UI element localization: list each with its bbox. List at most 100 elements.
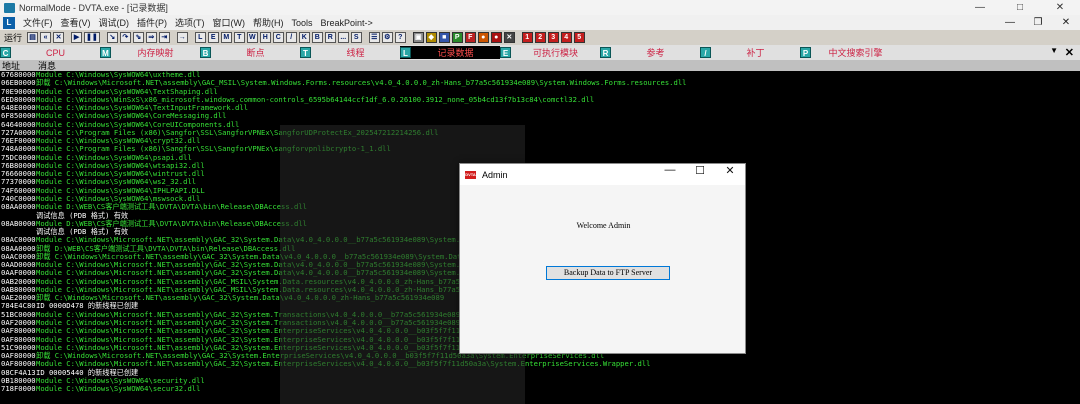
menu-help[interactable]: 帮助(H) [249, 16, 288, 29]
number-4-button[interactable]: 4 [560, 32, 572, 43]
number-5-button[interactable]: 5 [573, 32, 585, 43]
record-icon[interactable]: ● [490, 32, 502, 43]
close-button[interactable]: ✕ [1040, 0, 1080, 15]
pause-icon[interactable]: ❚❚ [84, 32, 100, 43]
menu-debug[interactable]: 调试(D) [95, 16, 134, 29]
tab-key: B [200, 47, 211, 58]
dialog-controls: — ☐ ✕ [655, 164, 745, 185]
run-status: 运行 [4, 33, 23, 43]
toolbar-B-button[interactable]: B [311, 32, 323, 43]
tab-key: E [500, 47, 511, 58]
tab-label: 补丁 [746, 48, 765, 58]
dvta-app-icon: DVTA [465, 170, 476, 179]
debugger-window: NormalMode - DVTA.exe - [记录数据] — □ ✕ L 文… [0, 0, 1080, 404]
menu-plugins[interactable]: 插件(P) [133, 16, 171, 29]
toolbar-T-button[interactable]: T [233, 32, 245, 43]
admin-dialog: DVTA Admin — ☐ ✕ Welcome Admin Backup Da… [459, 163, 746, 354]
restart-icon[interactable]: « [40, 32, 52, 43]
welcome-label: Welcome Admin [576, 221, 631, 230]
tab-key: T [300, 47, 311, 58]
delete-icon[interactable]: ✕ [503, 32, 515, 43]
tab-label: 记录数据 [437, 48, 474, 58]
tab-memory-map[interactable]: M 内存映射 [100, 46, 200, 59]
menu-window[interactable]: 窗口(W) [209, 16, 250, 29]
trace-into-icon[interactable]: ⇘ [132, 32, 144, 43]
tab-patches[interactable]: / 补丁 [700, 46, 800, 59]
dialog-title-bar: DVTA Admin — ☐ ✕ [460, 164, 745, 185]
tab-cpu[interactable]: C CPU [0, 46, 100, 59]
menu-tools[interactable]: Tools [288, 18, 317, 28]
close-process-icon[interactable]: ✕ [53, 32, 65, 43]
log-address: 08AA0000 [1, 202, 36, 212]
dialog-close-button[interactable]: ✕ [715, 164, 745, 185]
maximize-button[interactable]: □ [1000, 0, 1040, 15]
trace-over-icon[interactable]: ⇒ [145, 32, 157, 43]
toolbar-E-button[interactable]: E [207, 32, 219, 43]
menu-file[interactable]: 文件(F) [19, 16, 57, 29]
open-icon[interactable]: ▤ [27, 32, 39, 43]
log-address: 08AB0000 [1, 218, 36, 228]
number-2-button[interactable]: 2 [534, 32, 546, 43]
close-tab-icon[interactable]: ✕ [1065, 46, 1074, 59]
tab-label: 内存映射 [137, 48, 174, 58]
title-bar: NormalMode - DVTA.exe - [记录数据] — □ ✕ [0, 0, 1080, 15]
backup-ftp-button[interactable]: Backup Data to FTP Server [546, 266, 670, 280]
step-into-icon[interactable]: ↘ [106, 32, 118, 43]
toolbar-S-button[interactable]: S [350, 32, 362, 43]
tab-label: 参考 [646, 48, 665, 58]
dialog-title: Admin [482, 169, 508, 180]
ffff-icon[interactable]: F [464, 32, 476, 43]
tab-executable-modules[interactable]: E 可执行模块 [500, 46, 600, 59]
toolbar-H-button[interactable]: H [259, 32, 271, 43]
execute-till-return-icon[interactable]: ⇥ [158, 32, 170, 43]
go-to-icon[interactable]: → [176, 32, 188, 43]
background-panel [865, 71, 1080, 404]
toolbar: 运行 ▤ « ✕ ▶ ❚❚ ↘ ↷ ⇘ ⇒ ⇥ → L E M T W H C … [0, 30, 1080, 45]
dialog-maximize-button[interactable]: ☐ [685, 164, 715, 185]
target-icon[interactable]: ● [477, 32, 489, 43]
app-icon [4, 2, 15, 13]
toolbar-W-button[interactable]: W [246, 32, 258, 43]
number-3-button[interactable]: 3 [547, 32, 559, 43]
tab-label: CPU [45, 47, 65, 58]
tab-key: L [400, 47, 411, 58]
toolbar-R-button[interactable]: R [324, 32, 336, 43]
help-icon[interactable]: ? [394, 32, 406, 43]
mdi-minimize-button[interactable]: — [996, 15, 1024, 30]
toolbar-slash-button[interactable]: / [285, 32, 297, 43]
toolbar-L-button[interactable]: L [194, 32, 206, 43]
list-icon[interactable]: ☰ [368, 32, 380, 43]
tab-references[interactable]: R 参考 [600, 46, 700, 59]
mdi-restore-button[interactable]: ❐ [1024, 15, 1052, 30]
options-icon[interactable]: ⚙ [381, 32, 393, 43]
tab-label: 可执行模块 [532, 48, 578, 58]
view-tabs: C CPU M 内存映射 B 断点 T 线程 L 记录数据 E 可执行模块 R 参考 / 补丁 … [0, 45, 1080, 60]
bookmark-icon[interactable]: ■ [438, 32, 450, 43]
run-icon[interactable]: ▶ [71, 32, 83, 43]
menu-breakpoint[interactable]: BreakPoint-> [317, 18, 377, 28]
tab-key: / [700, 47, 711, 58]
minimize-button[interactable]: — [960, 0, 1000, 15]
step-over-icon[interactable]: ↷ [119, 32, 131, 43]
number-1-button[interactable]: 1 [521, 32, 533, 43]
toolbar-M-button[interactable]: M [220, 32, 232, 43]
lock-icon[interactable]: ◆ [425, 32, 437, 43]
window-title: NormalMode - DVTA.exe - [记录数据] [19, 3, 168, 13]
plugin-icon[interactable]: ▣ [412, 32, 424, 43]
tab-list-dropdown-icon[interactable]: ▼ [1050, 46, 1058, 55]
menu-bar: L 文件(F) 查看(V) 调试(D) 插件(P) 选项(T) 窗口(W) 帮助… [0, 15, 1080, 30]
menu-options[interactable]: 选项(T) [171, 16, 209, 29]
tab-log-data[interactable]: L 记录数据 [400, 46, 500, 59]
toolbar-dots-button[interactable]: ... [337, 32, 349, 43]
toolbar-K-button[interactable]: K [298, 32, 310, 43]
tab-breakpoints[interactable]: B 断点 [200, 46, 300, 59]
mdi-close-button[interactable]: ✕ [1052, 15, 1080, 30]
tab-threads[interactable]: T 线程 [300, 46, 400, 59]
menu-view[interactable]: 查看(V) [57, 16, 95, 29]
tab-label: 断点 [246, 48, 265, 58]
dialog-minimize-button[interactable]: — [655, 164, 685, 185]
patch-icon[interactable]: P [451, 32, 463, 43]
tab-chinese-search[interactable]: P 中文搜索引擎 [800, 46, 900, 59]
tab-key: M [100, 47, 111, 58]
toolbar-C-button[interactable]: C [272, 32, 284, 43]
